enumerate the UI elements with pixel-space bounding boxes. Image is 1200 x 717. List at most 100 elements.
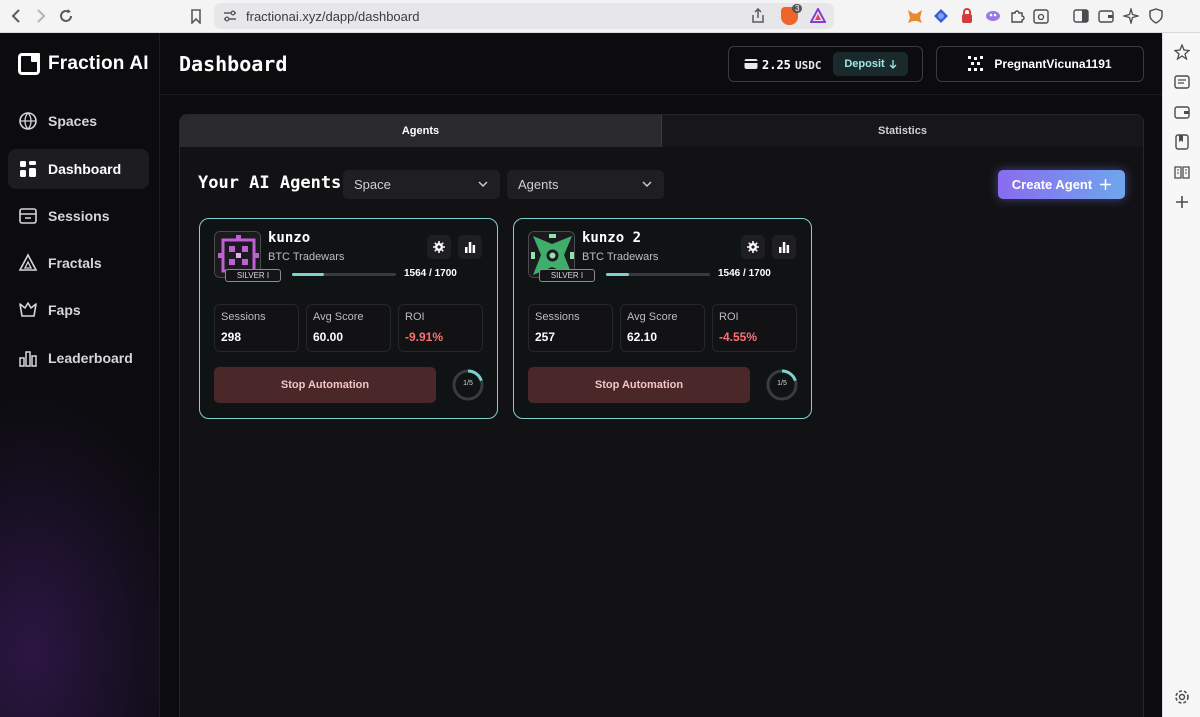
- agent-card[interactable]: SILVER I kunzo 2 BTC Tradewars 1546 / 17…: [513, 218, 812, 419]
- address-bar[interactable]: fractionai.xyz/dapp/dashboard 3: [214, 3, 834, 29]
- reading-list-icon[interactable]: [1173, 73, 1191, 91]
- fractals-icon: [18, 253, 38, 271]
- agent-settings-button[interactable]: [427, 235, 451, 259]
- rank-progress-bar: [292, 273, 396, 276]
- dashboard-icon: [20, 161, 36, 177]
- extension-purple-icon[interactable]: [984, 7, 1002, 25]
- section-title: Your AI Agents: [198, 173, 342, 193]
- gear-icon: [433, 241, 445, 253]
- stat-label: Sessions: [221, 311, 266, 323]
- extension-red-icon[interactable]: [958, 7, 976, 25]
- rank-progress-text: 1564 / 1700: [404, 268, 457, 279]
- user-profile-button[interactable]: PregnantVicuna1191: [936, 46, 1144, 82]
- wallet-balance: 2.25 USDC Deposit: [728, 46, 923, 82]
- spaces-icon: [19, 112, 37, 130]
- gear-icon: [747, 241, 759, 253]
- brand-name: Fraction AI: [48, 53, 149, 74]
- sidebar-item-label: Spaces: [48, 113, 98, 129]
- stat-label: ROI: [405, 311, 425, 323]
- reload-icon[interactable]: [55, 5, 77, 27]
- ring-text: 1/5: [463, 380, 473, 387]
- settings-gear-icon[interactable]: [1173, 688, 1191, 706]
- stat-roi: ROI -9.91%: [398, 304, 483, 352]
- bookmarks-panel-icon[interactable]: [1173, 133, 1191, 151]
- reader-icon[interactable]: [1173, 163, 1191, 181]
- sidebar-item-fractals[interactable]: Fractals: [8, 243, 149, 283]
- agent-card[interactable]: SILVER I kunzo BTC Tradewars 1564 / 1700…: [199, 218, 498, 419]
- user-name: PregnantVicuna1191: [994, 57, 1112, 71]
- sidebar-toggle-icon[interactable]: [1072, 7, 1090, 25]
- metamask-icon[interactable]: [906, 7, 924, 25]
- sidebar-item-leaderboard[interactable]: Leaderboard: [8, 338, 149, 378]
- vpn-shield-icon[interactable]: [1147, 7, 1165, 25]
- deposit-button[interactable]: Deposit: [833, 52, 908, 76]
- agents-filter-select[interactable]: Agents: [507, 170, 664, 199]
- plus-icon: [1100, 179, 1112, 190]
- sidebar-item-label: Leaderboard: [48, 350, 133, 366]
- faps-icon: [19, 302, 37, 317]
- agent-settings-button[interactable]: [741, 235, 765, 259]
- stat-avg-score: Avg Score 62.10: [620, 304, 705, 352]
- bar-chart-icon: [465, 242, 476, 253]
- bar-chart-icon: [779, 242, 790, 253]
- sidebar-item-sessions[interactable]: Sessions: [8, 196, 149, 236]
- stop-automation-button[interactable]: Stop Automation: [528, 367, 750, 403]
- agent-stats-button[interactable]: [458, 235, 482, 259]
- stop-automation-label: Stop Automation: [594, 379, 684, 391]
- brave-rewards-icon[interactable]: [810, 8, 826, 23]
- screenshot-icon[interactable]: [1032, 7, 1050, 25]
- rank-badge: SILVER I: [539, 269, 595, 282]
- tab-agents[interactable]: Agents: [180, 115, 662, 147]
- extensions-puzzle-icon[interactable]: [1008, 7, 1026, 25]
- rank-progress-text: 1546 / 1700: [718, 268, 771, 279]
- browser-toolbar: fractionai.xyz/dapp/dashboard 3: [0, 0, 1200, 33]
- wallet-panel-icon[interactable]: [1173, 103, 1191, 121]
- forward-icon[interactable]: [30, 5, 52, 27]
- sidebar-item-dashboard[interactable]: Dashboard: [8, 149, 149, 189]
- tab-label: Statistics: [878, 125, 927, 137]
- sidebar-item-faps[interactable]: Faps: [8, 290, 149, 330]
- stop-automation-button[interactable]: Stop Automation: [214, 367, 436, 403]
- brand-logo[interactable]: Fraction AI: [18, 53, 149, 75]
- leo-ai-icon[interactable]: [1122, 7, 1140, 25]
- stat-value: -9.91%: [405, 330, 444, 344]
- stat-label: Avg Score: [313, 311, 364, 323]
- agent-space: BTC Tradewars: [582, 251, 659, 263]
- back-icon[interactable]: [5, 5, 27, 27]
- stat-label: ROI: [719, 311, 739, 323]
- top-bar: Dashboard 2.25 USDC Deposit PregnantVicu…: [160, 33, 1162, 95]
- tab-label: Agents: [401, 125, 440, 137]
- bookmark-icon[interactable]: [185, 5, 207, 27]
- rank-progress-fill: [292, 273, 325, 276]
- sidebar-item-label: Dashboard: [48, 161, 122, 177]
- add-panel-icon[interactable]: [1173, 193, 1191, 211]
- stat-label: Avg Score: [627, 311, 678, 323]
- stat-sessions: Sessions 298: [214, 304, 299, 352]
- wallet-icon[interactable]: [1097, 7, 1115, 25]
- chevron-down-icon: [478, 181, 488, 187]
- tab-statistics[interactable]: Statistics: [662, 115, 1143, 147]
- rank-progress-bar: [606, 273, 710, 276]
- agent-stats-button[interactable]: [772, 235, 796, 259]
- space-filter-select[interactable]: Space: [343, 170, 500, 199]
- deposit-label: Deposit: [844, 58, 885, 70]
- stat-label: Sessions: [535, 311, 580, 323]
- agent-name: kunzo: [268, 230, 311, 246]
- agents-panel: Agents Statistics Your AI Agents Space A…: [179, 114, 1144, 717]
- sidebar-item-spaces[interactable]: Spaces: [8, 101, 149, 141]
- leaderboard-icon: [19, 351, 37, 367]
- create-agent-label: Create Agent: [1011, 177, 1093, 192]
- pin-icon[interactable]: [1173, 43, 1191, 61]
- stat-value: 60.00: [313, 330, 344, 344]
- arrow-down-icon: [889, 59, 897, 69]
- create-agent-button[interactable]: Create Agent: [998, 170, 1125, 199]
- user-avatar-icon: [968, 56, 984, 71]
- sidebar-item-label: Faps: [48, 302, 81, 318]
- share-icon[interactable]: [751, 8, 765, 24]
- extension-blue-icon[interactable]: [932, 7, 950, 25]
- wallet-amount: 2.25: [762, 58, 791, 72]
- shields-badge: 3: [792, 4, 803, 13]
- tab-bar: Agents Statistics: [180, 115, 1143, 147]
- sessions-icon: [19, 208, 37, 224]
- site-settings-icon[interactable]: [223, 10, 237, 22]
